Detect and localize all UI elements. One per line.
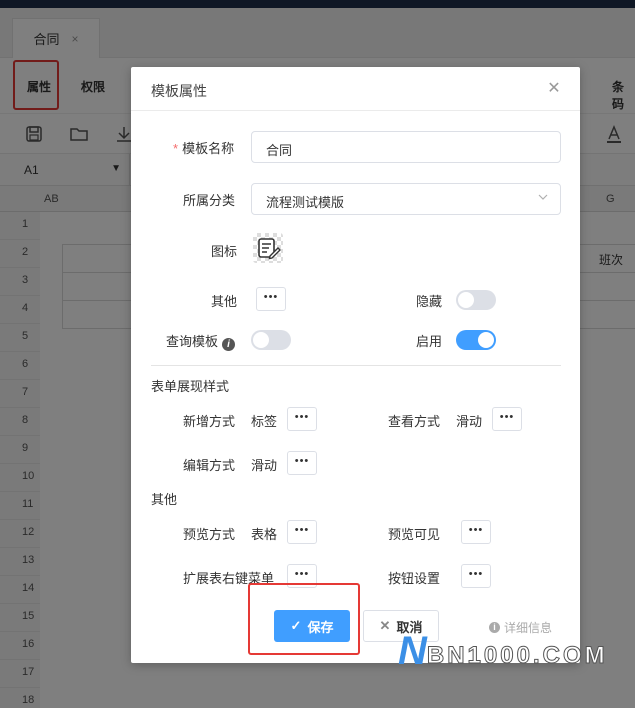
category-select[interactable]: 流程测试模版 bbox=[251, 183, 561, 215]
hidden-label: 隐藏 bbox=[416, 294, 443, 309]
add-mode-value: 标签 bbox=[251, 414, 278, 429]
toggle-knob bbox=[478, 332, 494, 348]
view-mode-value: 滑动 bbox=[456, 414, 483, 429]
section-form-display: 表单展现样式 bbox=[151, 379, 230, 394]
chevron-down-icon bbox=[538, 194, 548, 200]
close-icon: ✕ bbox=[379, 618, 391, 633]
required-asterisk: * bbox=[173, 141, 179, 156]
watermark-text: BN1000.COM bbox=[426, 642, 608, 670]
enable-toggle[interactable] bbox=[456, 330, 496, 350]
edit-mode-more-button[interactable]: ••• bbox=[287, 451, 317, 475]
preview-visible-more-button[interactable]: ••• bbox=[461, 520, 491, 544]
watermark: N BN1000.COM bbox=[398, 629, 608, 673]
preview-mode-label: 预览方式 bbox=[183, 527, 236, 542]
preview-mode-value: 表格 bbox=[251, 527, 278, 542]
info-icon[interactable]: i bbox=[222, 338, 236, 351]
template-name-value: 合同 bbox=[266, 143, 293, 158]
hidden-toggle[interactable] bbox=[456, 290, 496, 310]
category-label: 所属分类 bbox=[183, 193, 236, 208]
query-template-toggle[interactable] bbox=[251, 330, 291, 350]
add-mode-label: 新增方式 bbox=[183, 414, 236, 429]
section-other: 其他 bbox=[151, 492, 178, 507]
toggle-knob bbox=[458, 292, 474, 308]
close-icon[interactable]: ✕ bbox=[546, 81, 562, 97]
template-name-label-text: 模板名称 bbox=[182, 141, 235, 156]
preview-visible-label: 预览可见 bbox=[388, 527, 441, 542]
enable-label: 启用 bbox=[416, 334, 443, 349]
other-label: 其他 bbox=[211, 294, 238, 309]
query-template-label-text: 查询模板 bbox=[166, 334, 219, 349]
watermark-n: N bbox=[398, 629, 427, 673]
edit-document-icon bbox=[258, 238, 281, 260]
edit-mode-label: 编辑方式 bbox=[183, 458, 236, 473]
view-mode-more-button[interactable]: ••• bbox=[492, 407, 522, 431]
icon-label: 图标 bbox=[211, 244, 238, 259]
edit-mode-value: 滑动 bbox=[251, 458, 278, 473]
template-name-label: * 模板名称 bbox=[173, 138, 234, 157]
section-divider bbox=[151, 365, 561, 366]
highlight-save-box bbox=[248, 583, 360, 655]
add-mode-more-button[interactable]: ••• bbox=[287, 407, 317, 431]
dialog-title: 模板属性 bbox=[151, 83, 207, 99]
template-attributes-dialog: 模板属性 ✕ * 模板名称 合同 所属分类 流程测试模版 图标 其他 ••• 隐藏… bbox=[131, 67, 580, 663]
view-mode-label: 查看方式 bbox=[388, 414, 441, 429]
toggle-knob bbox=[253, 332, 269, 348]
other-more-button[interactable]: ••• bbox=[256, 287, 286, 311]
category-value: 流程测试模版 bbox=[266, 195, 345, 210]
preview-mode-more-button[interactable]: ••• bbox=[287, 520, 317, 544]
query-template-label: 查询模板 i bbox=[166, 331, 236, 351]
template-name-input[interactable]: 合同 bbox=[251, 131, 561, 163]
template-icon-picker[interactable] bbox=[253, 233, 283, 263]
button-settings-more-button[interactable]: ••• bbox=[461, 564, 491, 588]
dialog-header: 模板属性 ✕ bbox=[131, 67, 580, 111]
button-settings-label: 按钮设置 bbox=[388, 571, 441, 586]
